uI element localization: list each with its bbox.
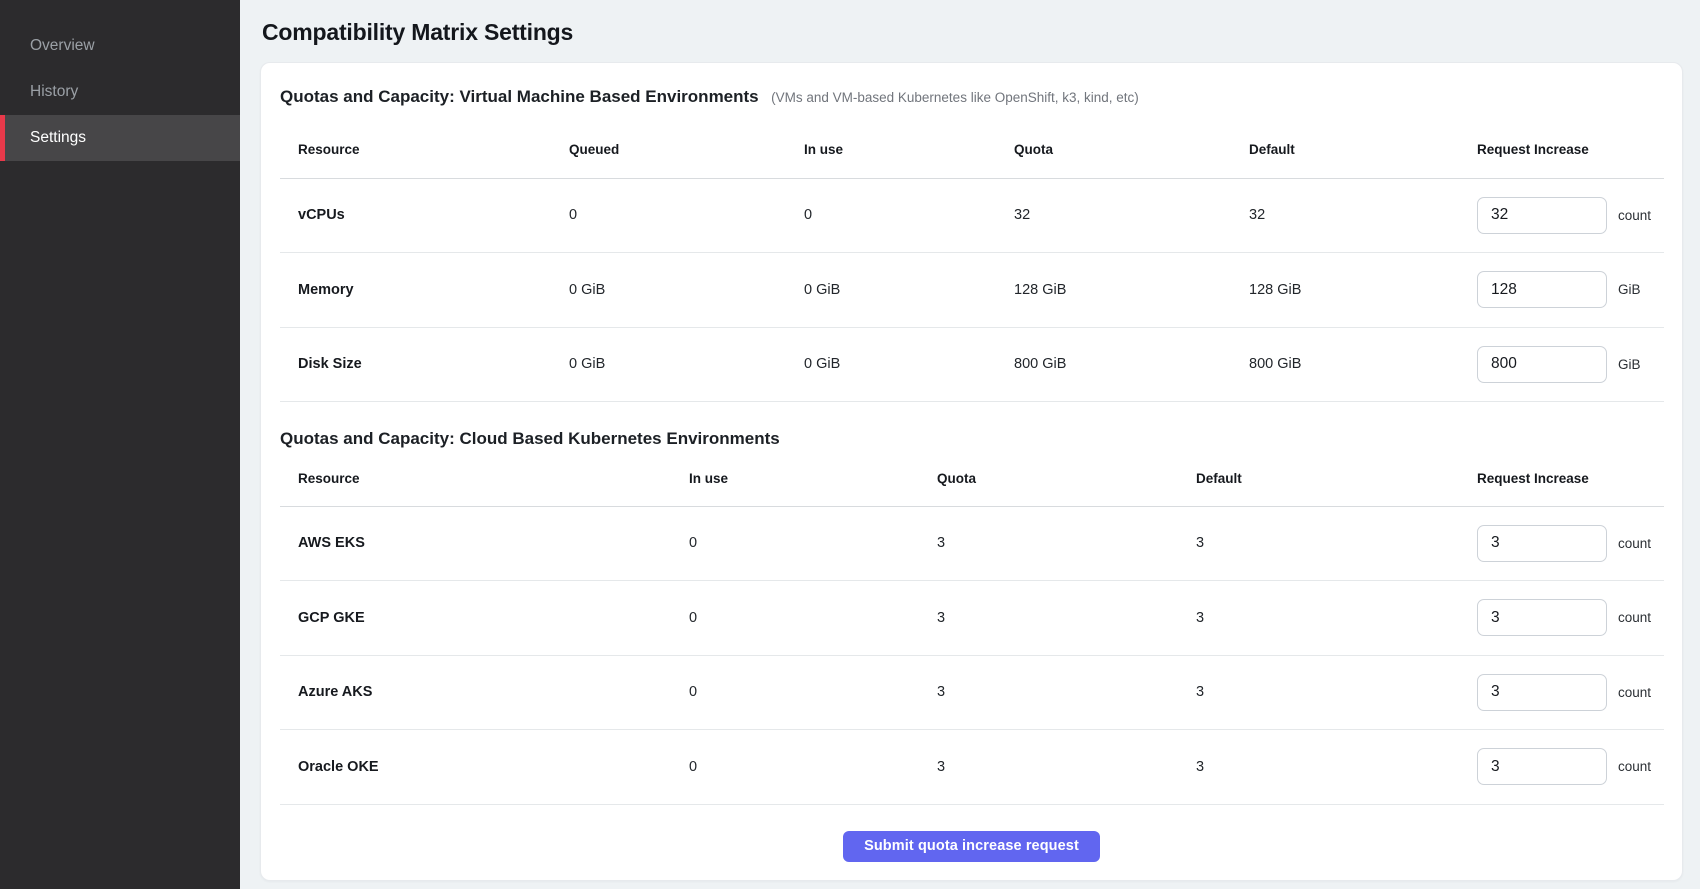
- request-increase-input-azure-aks[interactable]: [1477, 674, 1607, 711]
- column-header-default: Default: [1196, 452, 1477, 506]
- app-root: Overview History Settings Compatibility …: [0, 0, 1700, 889]
- quota-value: 3: [937, 506, 1196, 581]
- column-header-quota: Quota: [937, 452, 1196, 506]
- column-header-in-use: In use: [804, 122, 1014, 178]
- request-increase-input-memory[interactable]: [1477, 271, 1607, 308]
- sidebar: Overview History Settings: [0, 0, 240, 889]
- column-header-resource: Resource: [280, 122, 569, 178]
- cloud-section-heading: Quotas and Capacity: Cloud Based Kuberne…: [280, 427, 1663, 452]
- quota-value: 3: [937, 655, 1196, 730]
- unit-label: GiB: [1618, 357, 1641, 372]
- request-increase-input-aws-eks[interactable]: [1477, 525, 1607, 562]
- in-use-value: 0: [689, 506, 937, 581]
- sidebar-item-history[interactable]: History: [0, 69, 240, 115]
- page-title: Compatibility Matrix Settings: [262, 19, 1700, 45]
- sidebar-item-overview[interactable]: Overview: [0, 23, 240, 69]
- vm-table-header-row: Resource Queued In use Quota Default Req…: [280, 122, 1664, 178]
- default-value: 3: [1196, 581, 1477, 656]
- cloud-table-header-row: Resource In use Quota Default Request In…: [280, 452, 1664, 506]
- vm-section-title: Quotas and Capacity: Virtual Machine Bas…: [280, 87, 759, 106]
- in-use-value: 0: [804, 178, 1014, 253]
- in-use-value: 0: [689, 730, 937, 805]
- sidebar-item-settings[interactable]: Settings: [0, 115, 240, 161]
- queued-value: 0 GiB: [569, 253, 804, 328]
- default-value: 32: [1249, 178, 1477, 253]
- queued-value: 0: [569, 178, 804, 253]
- resource-name: Oracle OKE: [280, 730, 689, 805]
- column-header-default: Default: [1249, 122, 1477, 178]
- unit-label: count: [1618, 610, 1651, 625]
- column-header-resource: Resource: [280, 452, 689, 506]
- resource-name: vCPUs: [280, 178, 569, 253]
- in-use-value: 0: [689, 655, 937, 730]
- table-row-memory: Memory 0 GiB 0 GiB 128 GiB 128 GiB GiB: [280, 253, 1664, 328]
- resource-name: AWS EKS: [280, 506, 689, 581]
- vm-quota-table: Resource Queued In use Quota Default Req…: [280, 122, 1664, 402]
- table-row-disk-size: Disk Size 0 GiB 0 GiB 800 GiB 800 GiB Gi…: [280, 327, 1664, 402]
- column-header-request-increase: Request Increase: [1477, 122, 1664, 178]
- default-value: 128 GiB: [1249, 253, 1477, 328]
- table-row-azure-aks: Azure AKS 0 3 3 count: [280, 655, 1664, 730]
- sidebar-item-label: History: [30, 83, 78, 100]
- table-row-oracle-oke: Oracle OKE 0 3 3 count: [280, 730, 1664, 805]
- request-increase-input-oracle-oke[interactable]: [1477, 748, 1607, 785]
- cloud-section-title: Quotas and Capacity: Cloud Based Kuberne…: [280, 429, 780, 448]
- table-row-gcp-gke: GCP GKE 0 3 3 count: [280, 581, 1664, 656]
- sidebar-nav: Overview History Settings: [0, 0, 240, 161]
- default-value: 3: [1196, 730, 1477, 805]
- queued-value: 0 GiB: [569, 327, 804, 402]
- main-content: Compatibility Matrix Settings Quotas and…: [240, 0, 1700, 889]
- request-increase-input-disk-size[interactable]: [1477, 346, 1607, 383]
- actions-row: Submit quota increase request: [280, 831, 1663, 862]
- in-use-value: 0: [689, 581, 937, 656]
- unit-label: count: [1618, 685, 1651, 700]
- resource-name: Azure AKS: [280, 655, 689, 730]
- resource-name: Disk Size: [280, 327, 569, 402]
- default-value: 3: [1196, 655, 1477, 730]
- quota-value: 3: [937, 730, 1196, 805]
- request-increase-input-gcp-gke[interactable]: [1477, 599, 1607, 636]
- default-value: 800 GiB: [1249, 327, 1477, 402]
- cloud-quota-table: Resource In use Quota Default Request In…: [280, 452, 1664, 805]
- quota-value: 32: [1014, 178, 1249, 253]
- table-row-aws-eks: AWS EKS 0 3 3 count: [280, 506, 1664, 581]
- table-row-vcpus: vCPUs 0 0 32 32 count: [280, 178, 1664, 253]
- unit-label: count: [1618, 208, 1651, 223]
- in-use-value: 0 GiB: [804, 253, 1014, 328]
- resource-name: GCP GKE: [280, 581, 689, 656]
- sidebar-item-label: Settings: [30, 129, 86, 146]
- column-header-request-increase: Request Increase: [1477, 452, 1664, 506]
- vm-section-note: (VMs and VM-based Kubernetes like OpenSh…: [771, 90, 1139, 105]
- request-increase-input-vcpus[interactable]: [1477, 197, 1607, 234]
- unit-label: GiB: [1618, 282, 1641, 297]
- column-header-queued: Queued: [569, 122, 804, 178]
- sidebar-item-label: Overview: [30, 37, 95, 54]
- quota-value: 3: [937, 581, 1196, 656]
- quota-value: 128 GiB: [1014, 253, 1249, 328]
- submit-quota-button[interactable]: Submit quota increase request: [843, 831, 1100, 862]
- settings-card: Quotas and Capacity: Virtual Machine Bas…: [260, 62, 1683, 881]
- quota-value: 800 GiB: [1014, 327, 1249, 402]
- in-use-value: 0 GiB: [804, 327, 1014, 402]
- active-item-marker: [0, 115, 5, 161]
- vm-section-heading: Quotas and Capacity: Virtual Machine Bas…: [280, 85, 1663, 110]
- column-header-quota: Quota: [1014, 122, 1249, 178]
- unit-label: count: [1618, 536, 1651, 551]
- unit-label: count: [1618, 759, 1651, 774]
- column-header-in-use: In use: [689, 452, 937, 506]
- default-value: 3: [1196, 506, 1477, 581]
- resource-name: Memory: [280, 253, 569, 328]
